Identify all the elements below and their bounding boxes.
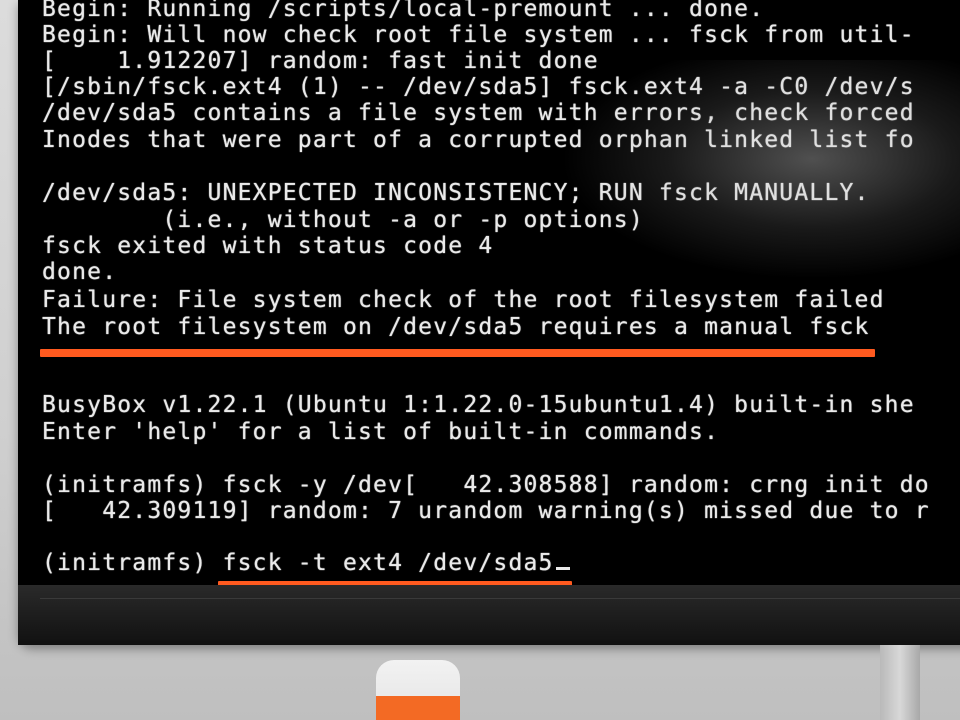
terminal-line: (initramfs) fsck -y /dev[ 42.308588] ran… [42,472,930,498]
bottle-label [376,696,460,720]
terminal-line: /dev/sda5 contains a file system with er… [42,100,915,126]
terminal-line: Begin: Running /scripts/local-premount .… [42,0,765,22]
terminal-line: Inodes that were part of a corrupted orp… [42,127,915,153]
terminal-line: BusyBox v1.22.1 (Ubuntu 1:1.22.0-15ubunt… [42,392,915,418]
bezel-divider [40,598,960,599]
monitor-bezel [18,585,960,645]
terminal-line: Begin: Will now check root file system .… [42,22,915,48]
terminal-line: [ 1.912207] random: fast init done [42,48,599,74]
terminal-line: fsck exited with status code 4 [42,233,494,259]
highlight-underline-error [40,349,875,357]
terminal-prompt-line[interactable]: (initramfs) fsck -t ext4 /dev/sda5 [42,550,570,576]
terminal-line: /dev/sda5: UNEXPECTED INCONSISTENCY; RUN… [42,180,870,206]
terminal-line: (i.e., without -a or -p options) [42,207,644,233]
terminal-line: Failure: File system check of the root f… [42,287,885,313]
terminal-line: [/sbin/fsck.ext4 (1) -- /dev/sda5] fsck.… [42,74,915,100]
terminal-line: Enter 'help' for a list of built-in comm… [42,419,720,445]
terminal-line: done. [42,259,118,285]
terminal-line: [ 42.309119] random: 7 urandom warning(s… [42,498,930,524]
prompt-command-text: (initramfs) fsck -t ext4 /dev/sda5 [42,550,554,576]
cursor-icon [555,567,570,570]
terminal-line: The root filesystem on /dev/sda5 require… [42,314,870,340]
monitor-stand [880,645,920,720]
